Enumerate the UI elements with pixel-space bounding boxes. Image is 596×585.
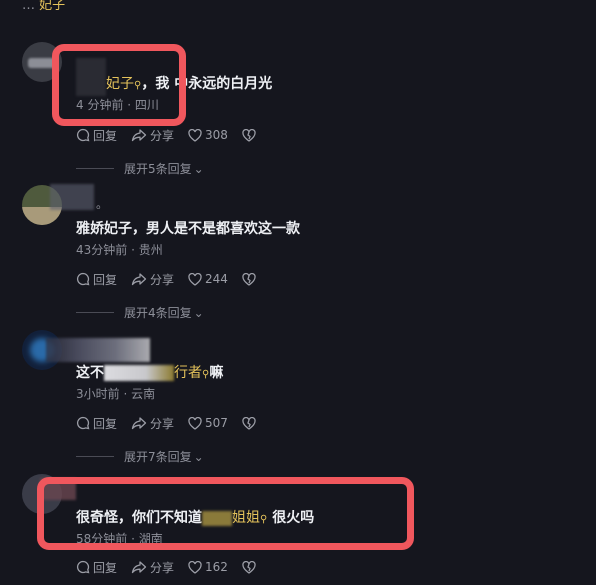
- reply-button[interactable]: 回复: [76, 559, 117, 576]
- heart-icon: [188, 272, 202, 286]
- like-count: 162: [205, 560, 228, 574]
- dislike-button[interactable]: [242, 416, 259, 430]
- reply-icon: [76, 560, 90, 574]
- previous-mention: 妃子: [39, 0, 66, 13]
- reply-button[interactable]: 回复: [76, 271, 117, 288]
- expand-replies[interactable]: 展开5条回复 ⌄: [76, 160, 204, 177]
- share-button[interactable]: 分享: [131, 271, 174, 288]
- previous-comment-text: …: [22, 0, 35, 13]
- divider: [76, 312, 114, 313]
- like-button[interactable]: 507: [188, 416, 228, 430]
- heart-icon: [188, 128, 202, 142]
- reply-button[interactable]: 回复: [76, 127, 117, 144]
- broken-heart-icon: [242, 560, 256, 574]
- previous-comment-fragment: … 妃子: [22, 0, 65, 13]
- comment-actions: 回复 分享 308: [76, 126, 273, 144]
- expand-replies[interactable]: 展开7条回复 ⌄: [76, 448, 204, 465]
- like-button[interactable]: 308: [188, 128, 228, 142]
- divider: [76, 456, 114, 457]
- dislike-button[interactable]: [242, 560, 259, 574]
- comment-text: 雅娇妃子，男人是不是都喜欢这一款: [76, 221, 300, 237]
- dislike-button[interactable]: [242, 272, 259, 286]
- comment-meta: 43分钟前 · 贵州: [76, 243, 163, 257]
- broken-heart-icon: [242, 272, 256, 286]
- blurred-username: [46, 338, 150, 362]
- blurred-text: [104, 365, 174, 381]
- share-icon: [131, 129, 147, 142]
- annotation-highlight-box: [37, 477, 414, 550]
- share-button[interactable]: 分享: [131, 415, 174, 432]
- like-count: 308: [205, 128, 228, 142]
- reply-icon: [76, 128, 90, 142]
- comment-actions: 回复 分享 507: [76, 414, 273, 432]
- username[interactable]: 。: [96, 195, 108, 212]
- expand-replies[interactable]: 展开4条回复 ⌄: [76, 304, 204, 321]
- like-count: 244: [205, 272, 228, 286]
- mention-link[interactable]: 行者: [174, 365, 202, 381]
- broken-heart-icon: [242, 416, 256, 430]
- blurred-username: [50, 184, 94, 210]
- share-button[interactable]: 分享: [131, 559, 174, 576]
- broken-heart-icon: [242, 128, 256, 142]
- like-button[interactable]: 244: [188, 272, 228, 286]
- like-count: 507: [205, 416, 228, 430]
- heart-icon: [188, 416, 202, 430]
- share-icon: [131, 561, 147, 574]
- divider: [76, 168, 114, 169]
- share-icon: [131, 273, 147, 286]
- reply-button[interactable]: 回复: [76, 415, 117, 432]
- comment-text: 这不 行者⚲嘛: [76, 365, 224, 381]
- chevron-down-icon: ⌄: [193, 161, 204, 176]
- chevron-down-icon: ⌄: [193, 305, 204, 320]
- comment-actions: 回复 分享 244: [76, 270, 273, 288]
- share-icon: [131, 417, 147, 430]
- share-button[interactable]: 分享: [131, 127, 174, 144]
- like-button[interactable]: 162: [188, 560, 228, 574]
- dislike-button[interactable]: [242, 128, 259, 142]
- reply-icon: [76, 416, 90, 430]
- comment-meta: 3小时前 · 云南: [76, 387, 156, 401]
- heart-icon: [188, 560, 202, 574]
- comment-actions: 回复 分享 162: [76, 558, 273, 576]
- annotation-highlight-box: [52, 44, 186, 126]
- chevron-down-icon: ⌄: [193, 449, 204, 464]
- reply-icon: [76, 272, 90, 286]
